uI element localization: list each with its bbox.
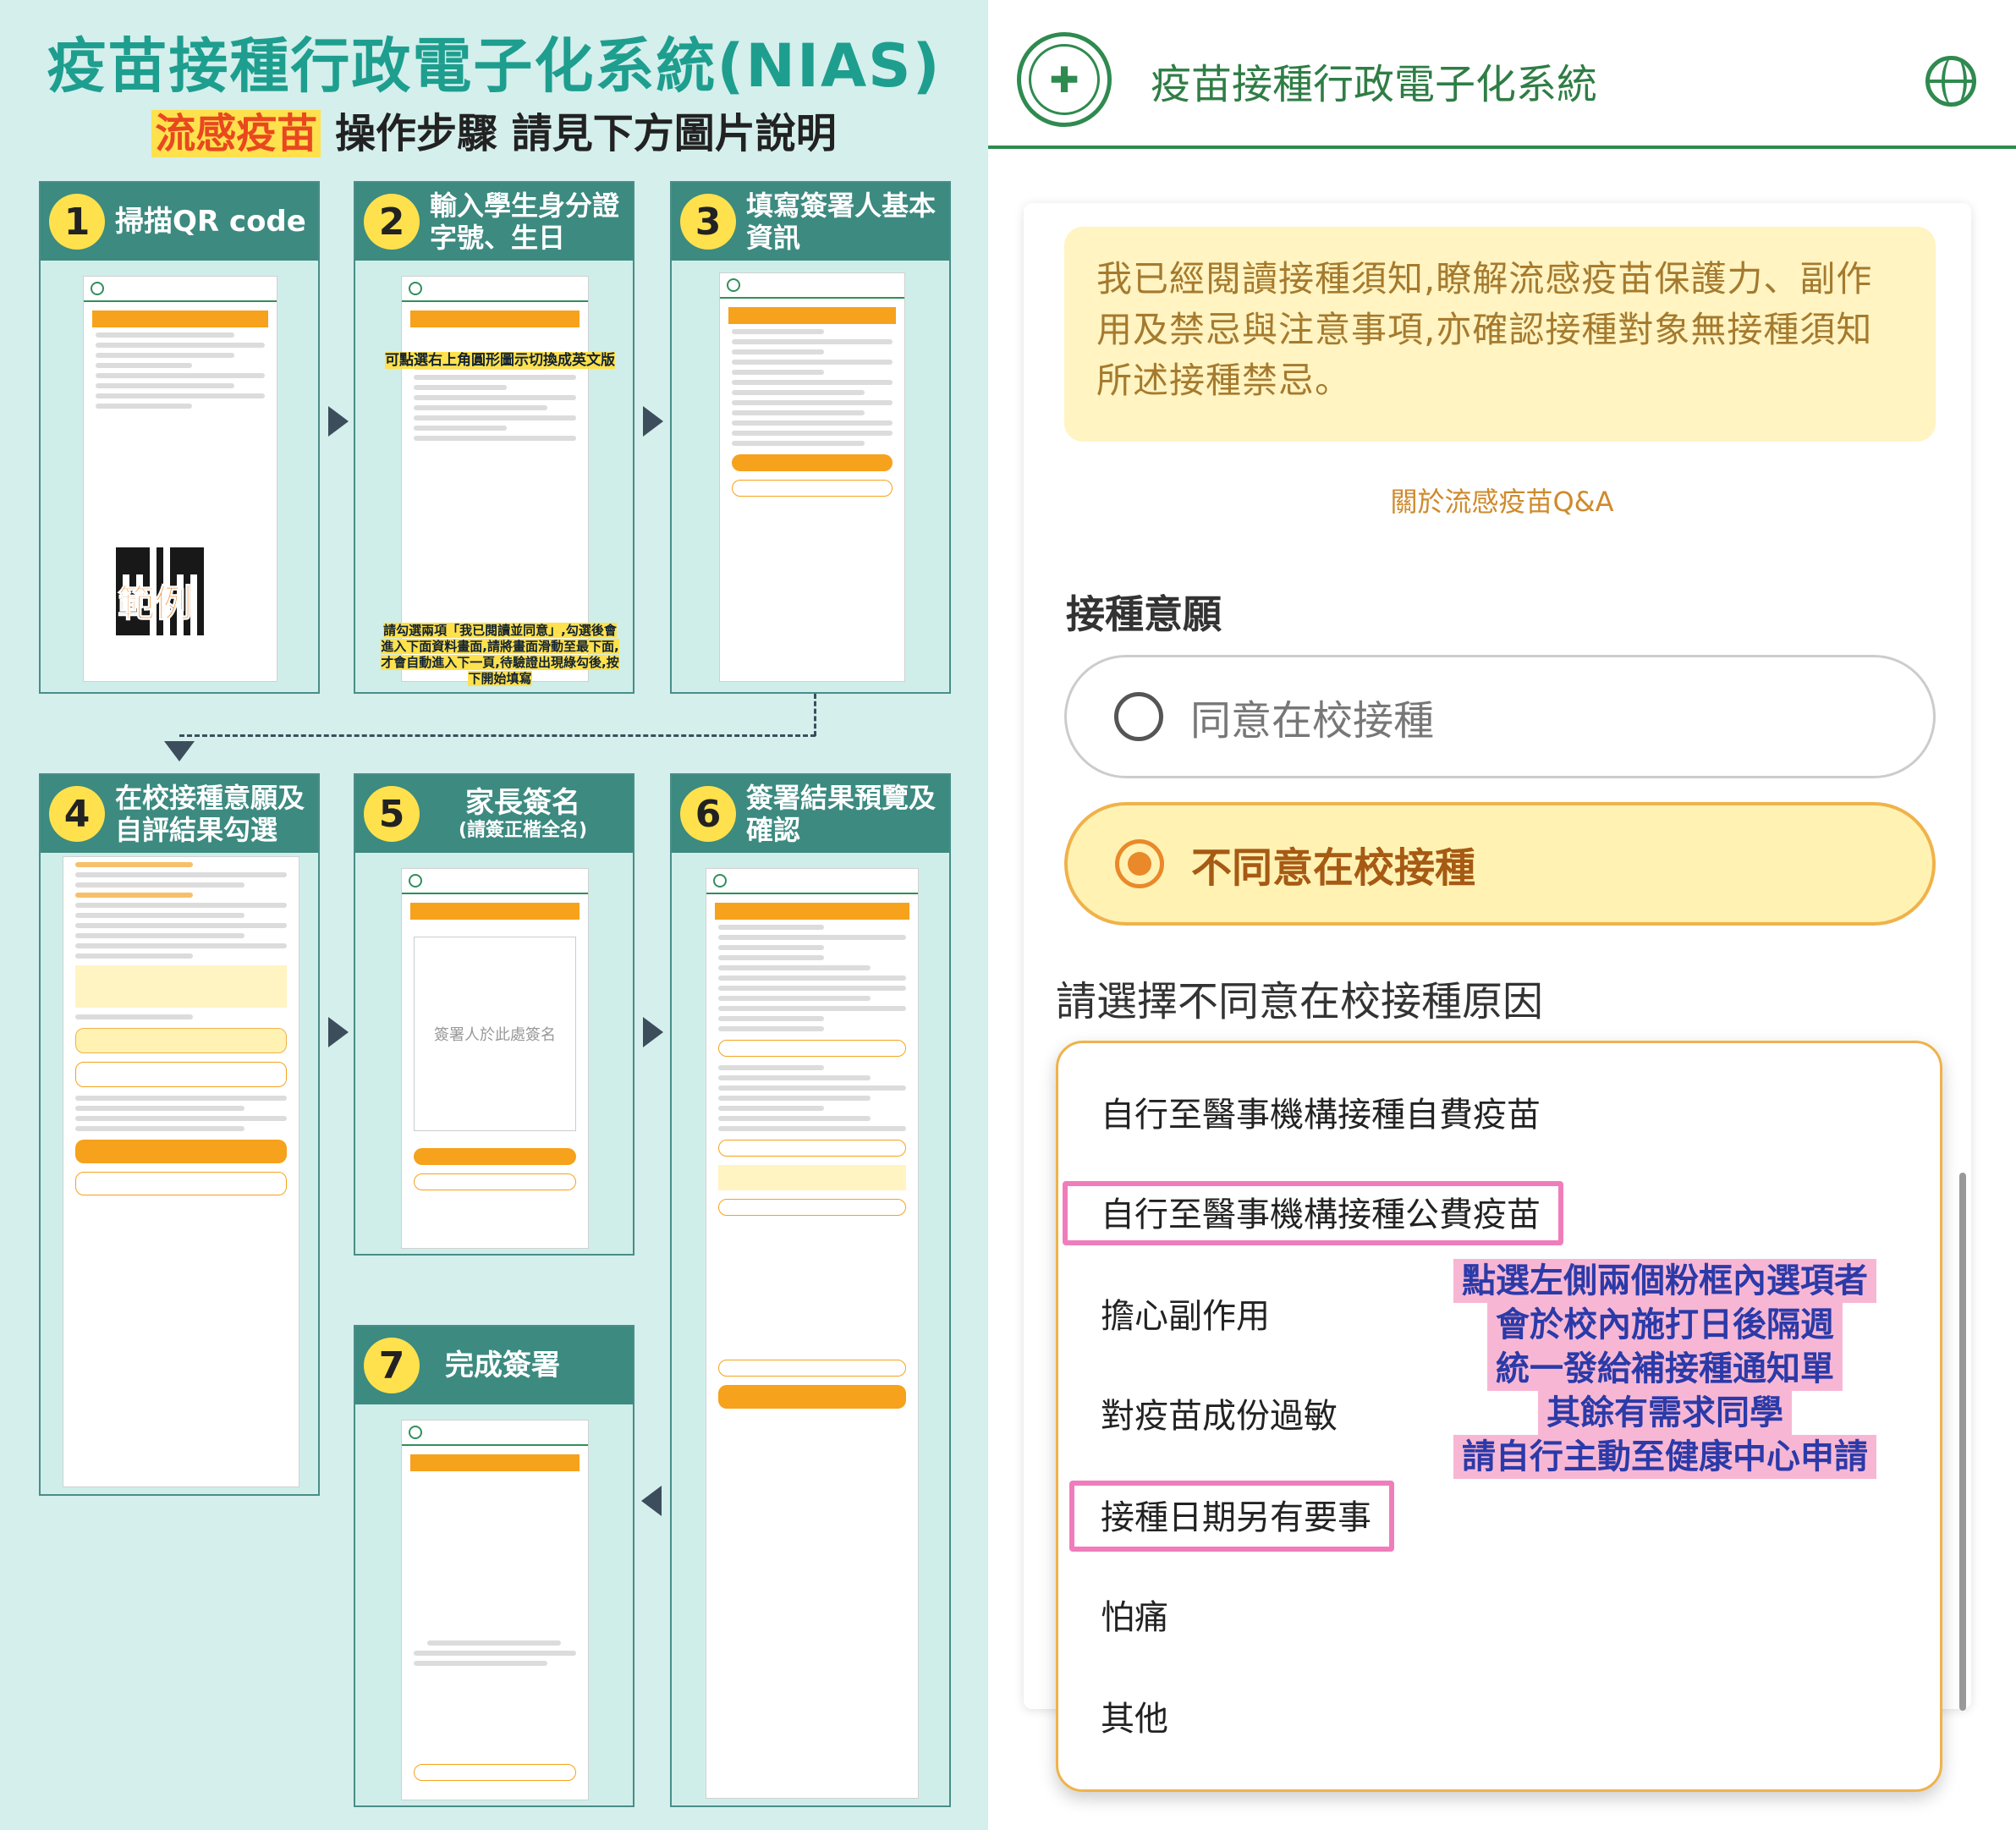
step-4-panel: 4 在校接種意願及自評結果勾選 xyxy=(39,773,320,1496)
step-5-panel: 5 家長簽名 (請簽正楷全名) 簽署人於此處簽名 xyxy=(354,773,634,1256)
vaccine-logo-icon: ✚ xyxy=(1017,32,1112,127)
reason-label: 請選擇不同意在校接種原因 xyxy=(1056,978,1544,1025)
step-2-title: 輸入學生身分證字號、生日 xyxy=(430,190,620,254)
radio-disagree-label: 不同意在校接種 xyxy=(1191,844,1476,892)
pink-note-line: 其餘有需求同學 xyxy=(1538,1391,1792,1435)
qa-link[interactable]: 關於流感疫苗Q&A xyxy=(988,481,2016,519)
qr-sample-label: 範例 xyxy=(118,582,193,626)
step-6-screenshot xyxy=(706,868,919,1799)
arrow-left-icon xyxy=(641,1486,662,1516)
app-header: ✚ 疫苗接種行政電子化系統 xyxy=(988,0,2016,149)
mini-logo-icon xyxy=(409,1426,422,1439)
step-2-panel: 2 輸入學生身分證字號、生日 可點選右上角圓形圖示切換成英文版 請勾選兩項「我已… xyxy=(354,181,634,694)
globe-icon[interactable] xyxy=(1925,56,1976,107)
step-6-title: 簽署結果預覽及確認 xyxy=(746,782,937,846)
step-3-screenshot xyxy=(719,272,905,682)
app-screen: ✚ 疫苗接種行政電子化系統 我已經閱讀接種須知,瞭解流感疫苗保護力、副作用及禁忌… xyxy=(988,0,2016,1830)
step-2-note-bottom: 請勾選兩項「我已閱讀並同意」,勾選後會進入下面資料畫面,請將畫面滑動至最下面,才… xyxy=(381,623,619,686)
dropdown-scrollbar[interactable] xyxy=(1959,1173,1966,1711)
mini-logo-icon xyxy=(713,874,727,888)
consent-notice: 我已經閱讀接種須知,瞭解流感疫苗保護力、副作用及禁忌與注意事項,亦確認接種對象無… xyxy=(1064,227,1936,442)
radio-unchecked-icon xyxy=(1114,692,1163,741)
reason-option[interactable]: 自行至醫事機構接種自費疫苗 xyxy=(1101,1087,1541,1136)
mini-logo-icon xyxy=(409,282,422,295)
step-1-title: 掃描QR code xyxy=(115,205,306,239)
step-6-number: 6 xyxy=(680,786,736,842)
arrow-down-icon xyxy=(164,741,195,761)
reason-option[interactable]: 其他 xyxy=(1101,1691,1168,1740)
step-4-title: 在校接種意願及自評結果勾選 xyxy=(115,782,305,846)
arrow-right-icon xyxy=(328,406,349,437)
step-6-panel: 6 簽署結果預覽及確認 xyxy=(670,773,951,1807)
reason-option[interactable]: 怕痛 xyxy=(1101,1590,1168,1639)
mini-logo-icon xyxy=(91,282,104,295)
step-5-screenshot: 簽署人於此處簽名 xyxy=(401,868,589,1249)
step-4-screenshot xyxy=(63,856,299,1487)
step-4-number: 4 xyxy=(49,786,105,842)
arrow-right-icon xyxy=(643,1017,663,1047)
pink-note-line: 點選左側兩個粉框內選項者 xyxy=(1453,1259,1876,1303)
arrow-right-icon xyxy=(643,406,663,437)
step-7-screenshot xyxy=(401,1420,589,1800)
radio-disagree[interactable]: 不同意在校接種 xyxy=(1064,802,1936,926)
step-3-title: 填寫簽署人基本資訊 xyxy=(746,190,937,254)
connector-line xyxy=(814,694,816,736)
consent-label: 接種意願 xyxy=(1066,591,1222,637)
step-2-screenshot xyxy=(401,276,589,682)
pink-note: 點選左側兩個粉框內選項者 會於校內施打日後隔週 統一發給補接種通知單 其餘有需求… xyxy=(1428,1259,1902,1479)
signature-area: 簽署人於此處簽名 xyxy=(414,937,576,1131)
mini-logo-icon xyxy=(409,874,422,888)
highlight-box xyxy=(1069,1481,1394,1552)
step-1-screenshot: 範例 xyxy=(83,276,277,682)
step-1-panel: 1 掃描QR code 範例 xyxy=(39,181,320,694)
app-title: 疫苗接種行政電子化系統 xyxy=(1151,61,1598,108)
poster-subtitle-rest: 操作步驟 請見下方圖片說明 xyxy=(335,110,837,157)
step-1-number: 1 xyxy=(49,194,105,250)
poster-subtitle: 流感疫苗 操作步驟 請見下方圖片說明 xyxy=(0,100,988,159)
step-2-note-top: 可點選右上角圓形圖示切換成英文版 xyxy=(385,352,615,369)
arrow-right-icon xyxy=(328,1017,349,1047)
step-7-title: 完成簽署 xyxy=(445,1349,560,1382)
radio-checked-icon xyxy=(1115,839,1164,888)
reason-option[interactable]: 擔心副作用 xyxy=(1101,1289,1270,1338)
reason-option[interactable]: 對疫苗成份過敏 xyxy=(1101,1388,1338,1437)
highlight-box xyxy=(1063,1181,1563,1245)
step-3-number: 3 xyxy=(680,194,736,250)
poster-title: 疫苗接種行政電子化系統(NIAS) xyxy=(47,31,942,101)
step-3-panel: 3 填寫簽署人基本資訊 xyxy=(670,181,951,694)
radio-agree-label: 同意在校接種 xyxy=(1190,697,1435,745)
connector-line xyxy=(179,734,816,737)
step-2-number: 2 xyxy=(364,194,420,250)
step-7-panel: 7 完成簽署 xyxy=(354,1325,634,1807)
poster-subtitle-highlight: 流感疫苗 xyxy=(151,110,321,157)
pink-note-line: 統一發給補接種通知單 xyxy=(1487,1347,1843,1391)
step-5-note: (請簽正楷全名) xyxy=(458,820,588,841)
step-5-number: 5 xyxy=(364,786,420,842)
pink-note-line: 會於校內施打日後隔週 xyxy=(1487,1303,1843,1347)
pink-note-line: 請自行主動至健康中心申請 xyxy=(1453,1435,1876,1479)
radio-agree[interactable]: 同意在校接種 xyxy=(1064,655,1936,778)
mini-logo-icon xyxy=(727,278,740,292)
screenshot-root: 疫苗接種行政電子化系統(NIAS) 流感疫苗 操作步驟 請見下方圖片說明 1 掃… xyxy=(0,0,2016,1830)
step-7-number: 7 xyxy=(364,1338,420,1393)
step-5-title: 家長簽名 xyxy=(465,786,580,820)
instruction-poster: 疫苗接種行政電子化系統(NIAS) 流感疫苗 操作步驟 請見下方圖片說明 1 掃… xyxy=(0,0,988,1830)
